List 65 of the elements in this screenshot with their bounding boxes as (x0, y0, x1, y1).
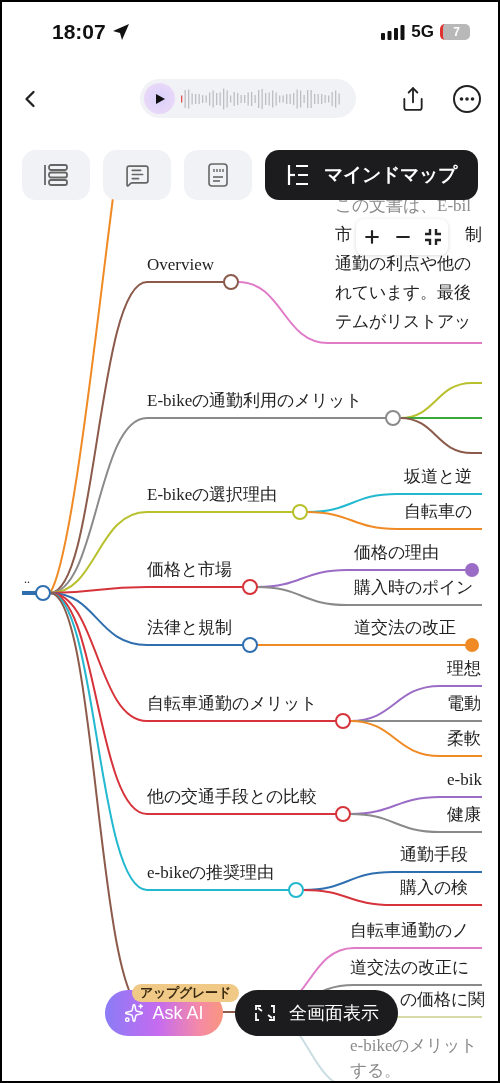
collapsed-dot[interactable] (465, 638, 479, 652)
topic-label[interactable]: 自転車の (404, 502, 472, 522)
node-circle[interactable] (242, 637, 258, 653)
summary-text: 制 (465, 225, 482, 245)
node-circle[interactable] (385, 410, 401, 426)
quote-document-icon (208, 163, 228, 187)
summary-text: する。 (350, 1061, 401, 1081)
mind-map-icon (286, 164, 310, 186)
view-tab[interactable] (184, 150, 252, 200)
more-button[interactable] (452, 83, 482, 114)
topic-label[interactable]: 道交法の改正 (354, 618, 456, 638)
topic-label[interactable]: 健康 (447, 805, 481, 825)
root-node[interactable] (35, 585, 51, 601)
node-circle[interactable] (292, 504, 308, 520)
node-circle[interactable] (242, 579, 258, 595)
location-arrow-icon (111, 23, 130, 41)
topic-label[interactable]: 通勤手段 (400, 845, 468, 865)
summary-text: 通勤の利点や他の (335, 254, 471, 274)
topic-label[interactable]: 価格の理由 (354, 543, 439, 563)
play-icon (153, 92, 166, 105)
topic-label[interactable]: 購入時のポイン (354, 578, 473, 598)
summary-text: れています。最後 (335, 283, 471, 303)
topic-label[interactable]: e-bikeの推奨理由 (147, 863, 275, 883)
sparkles-icon (124, 1003, 145, 1023)
topic-label[interactable]: 法律と規制 (147, 618, 232, 638)
view-tab[interactable] (22, 150, 90, 200)
chat-icon (124, 162, 150, 188)
summary-text: 市 (335, 225, 352, 245)
play-button[interactable] (144, 83, 175, 114)
collapse-icon[interactable] (424, 228, 443, 246)
fullscreen-button[interactable]: 全画面表示 (235, 990, 398, 1036)
topic-label[interactable]: 電動 (447, 694, 481, 714)
root-label[interactable]: .. (24, 573, 30, 585)
node-circle[interactable] (223, 274, 239, 290)
signal-icon (381, 24, 406, 40)
share-button[interactable] (400, 85, 426, 112)
node-circle[interactable] (335, 713, 351, 729)
topic-label[interactable]: 価格と市場 (147, 560, 232, 580)
topic-label[interactable]: e-bik (447, 770, 482, 790)
topic-label[interactable]: E-bikeの通勤利用のメリット (147, 391, 363, 411)
status-time: 18:07 (52, 20, 106, 44)
fullscreen-icon (254, 1004, 275, 1022)
topic-label[interactable]: 柔軟 (447, 729, 481, 749)
topic-label[interactable]: の価格に関 (400, 990, 485, 1010)
topic-label[interactable]: 他の交通手段との比較 (147, 787, 317, 807)
root-stub (22, 591, 36, 595)
collapsed-dot[interactable] (465, 563, 479, 577)
view-tab[interactable] (103, 150, 171, 200)
battery-level: 7 (440, 24, 470, 40)
topic-label[interactable]: E-bikeの選択理由 (147, 485, 278, 505)
mind-map-tab[interactable]: マインドマップ (265, 150, 478, 200)
topic-label[interactable]: 理想 (447, 659, 481, 679)
topic-label[interactable]: 自転車通勤のノ (350, 921, 469, 941)
topic-label[interactable]: Overview (147, 255, 215, 275)
network-type: 5G (411, 22, 434, 42)
summary-text: e-bikeのメリット (350, 1036, 478, 1056)
topic-label[interactable]: 自転車通勤のメリット (147, 694, 317, 714)
topic-label[interactable]: 購入の検 (400, 878, 468, 898)
node-circle[interactable] (288, 882, 304, 898)
topic-label[interactable]: 坂道と逆 (404, 467, 472, 487)
upgrade-badge[interactable]: アップグレード (132, 984, 239, 1002)
topic-label[interactable]: 道交法の改正に (350, 958, 469, 978)
node-circle[interactable] (335, 806, 351, 822)
summary-text: テムがリストアッ (335, 312, 471, 332)
list-icon (43, 163, 69, 187)
